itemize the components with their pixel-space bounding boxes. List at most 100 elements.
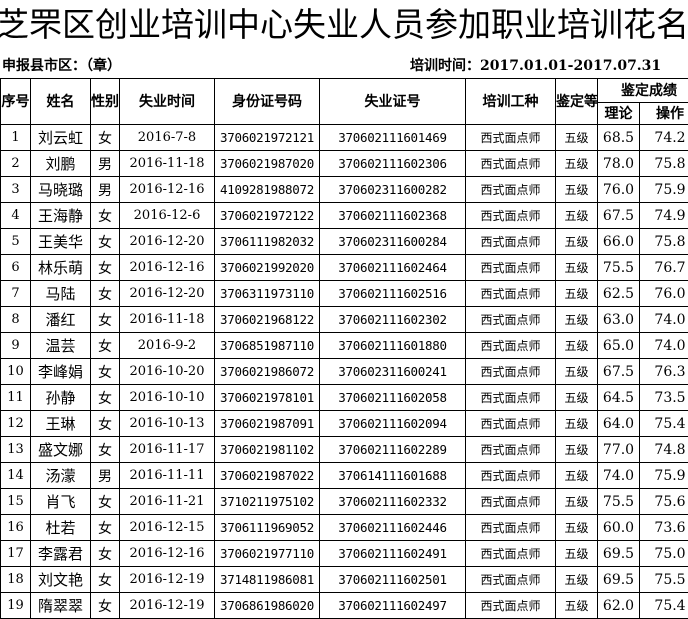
- cell-no: 18: [1, 567, 31, 593]
- cell-job: 西式面点师: [466, 385, 556, 411]
- cell-no: 8: [1, 307, 31, 333]
- cell-job: 西式面点师: [466, 437, 556, 463]
- table-row: 14汤濛男2016-11-113706021987022370614111601…: [1, 463, 688, 489]
- cell-no: 15: [1, 489, 31, 515]
- table-row: 7马陆女2016-12-2037063119731103706021116025…: [1, 281, 688, 307]
- cell-level: 五级: [556, 541, 598, 567]
- cell-cert: 370602111602094: [320, 411, 466, 437]
- header-id-number: 身份证号码: [215, 79, 320, 125]
- cell-date: 2016-12-20: [120, 229, 215, 255]
- cell-name: 王琳: [31, 411, 91, 437]
- cell-id: 3710211975102: [215, 489, 320, 515]
- cell-no: 10: [1, 359, 31, 385]
- cell-no: 16: [1, 515, 31, 541]
- cell-job: 西式面点师: [466, 463, 556, 489]
- cell-gender: 女: [91, 229, 120, 255]
- table-row: 18刘文艳女2016-12-19371481198608137060211160…: [1, 567, 688, 593]
- cell-name: 王海静: [31, 203, 91, 229]
- cell-job: 西式面点师: [466, 515, 556, 541]
- cell-practice: 75.5: [640, 567, 688, 593]
- cell-no: 7: [1, 281, 31, 307]
- cell-gender: 女: [91, 411, 120, 437]
- cell-job: 西式面点师: [466, 125, 556, 151]
- cell-theory: 69.5: [598, 567, 640, 593]
- cell-no: 19: [1, 593, 31, 619]
- cell-date: 2016-11-11: [120, 463, 215, 489]
- table-row: 5王美华女2016-12-203706111982032370602311600…: [1, 229, 688, 255]
- roster-table: 序号 姓名 性别 失业时间 身份证号码 失业证号 培训工种 鉴定等级 鉴定成绩 …: [0, 78, 688, 619]
- cell-date: 2016-11-18: [120, 307, 215, 333]
- cell-name: 马陆: [31, 281, 91, 307]
- cell-name: 刘云虹: [31, 125, 91, 151]
- table-row: 2刘鹏男2016-11-1837060219870203706021116023…: [1, 151, 688, 177]
- cell-level: 五级: [556, 203, 598, 229]
- cell-level: 五级: [556, 567, 598, 593]
- cell-job: 西式面点师: [466, 307, 556, 333]
- cell-gender: 男: [91, 177, 120, 203]
- cell-name: 孙静: [31, 385, 91, 411]
- header-name: 姓名: [31, 79, 91, 125]
- cell-job: 西式面点师: [466, 411, 556, 437]
- cell-practice: 76.3: [640, 359, 688, 385]
- cell-theory: 65.0: [598, 333, 640, 359]
- table-row: 6林乐萌女2016-12-163706021992020370602111602…: [1, 255, 688, 281]
- cell-practice: 74.0: [640, 333, 688, 359]
- cell-job: 西式面点师: [466, 151, 556, 177]
- cell-id: 3706851987110: [215, 333, 320, 359]
- cell-level: 五级: [556, 411, 598, 437]
- header-practice: 操作: [640, 103, 688, 125]
- cell-id: 3706311973110: [215, 281, 320, 307]
- cell-theory: 62.0: [598, 593, 640, 619]
- cell-level: 五级: [556, 177, 598, 203]
- cell-id: 3706111969052: [215, 515, 320, 541]
- cell-date: 2016-12-19: [120, 567, 215, 593]
- header-unemployment-date: 失业时间: [120, 79, 215, 125]
- cell-theory: 62.5: [598, 281, 640, 307]
- cell-theory: 67.5: [598, 359, 640, 385]
- cell-practice: 75.8: [640, 229, 688, 255]
- cell-theory: 60.0: [598, 515, 640, 541]
- cell-date: 2016-7-8: [120, 125, 215, 151]
- cell-theory: 67.5: [598, 203, 640, 229]
- cell-job: 西式面点师: [466, 359, 556, 385]
- table-row: 16杜若女2016-12-153706111969052370602111602…: [1, 515, 688, 541]
- cell-id: 3706021972122: [215, 203, 320, 229]
- cell-name: 林乐萌: [31, 255, 91, 281]
- cell-theory: 75.5: [598, 255, 640, 281]
- cell-practice: 75.8: [640, 151, 688, 177]
- table-row: 10李峰娟女2016-10-20370602198607237060231160…: [1, 359, 688, 385]
- cell-no: 17: [1, 541, 31, 567]
- cell-level: 五级: [556, 489, 598, 515]
- cell-theory: 63.0: [598, 307, 640, 333]
- cell-theory: 76.0: [598, 177, 640, 203]
- cell-theory: 64.0: [598, 411, 640, 437]
- cell-practice: 75.6: [640, 489, 688, 515]
- cell-theory: 66.0: [598, 229, 640, 255]
- cell-theory: 74.0: [598, 463, 640, 489]
- district-label: 申报县市区：（章）: [2, 56, 121, 76]
- cell-cert: 370602111602446: [320, 515, 466, 541]
- cell-no: 5: [1, 229, 31, 255]
- cell-cert: 370602111602501: [320, 567, 466, 593]
- cell-name: 肖飞: [31, 489, 91, 515]
- cell-practice: 74.0: [640, 307, 688, 333]
- cell-level: 五级: [556, 307, 598, 333]
- cell-cert: 370602111602497: [320, 593, 466, 619]
- cell-no: 13: [1, 437, 31, 463]
- cell-id: 3706021992020: [215, 255, 320, 281]
- cell-level: 五级: [556, 333, 598, 359]
- cell-date: 2016-12-16: [120, 177, 215, 203]
- cell-cert: 370614111601688: [320, 463, 466, 489]
- cell-level: 五级: [556, 515, 598, 541]
- page-title: 芝罘区创业培训中心失业人员参加职业培训花名册: [0, 2, 688, 48]
- cell-no: 2: [1, 151, 31, 177]
- cell-level: 五级: [556, 125, 598, 151]
- cell-cert: 370602111601880: [320, 333, 466, 359]
- cell-practice: 73.6: [640, 515, 688, 541]
- cell-level: 五级: [556, 385, 598, 411]
- table-row: 17李露君女2016-12-16370602197711037060211160…: [1, 541, 688, 567]
- cell-gender: 女: [91, 385, 120, 411]
- cell-cert: 370602311600282: [320, 177, 466, 203]
- cell-practice: 75.4: [640, 593, 688, 619]
- table-row: 13盛文娜女2016-11-17370602198110237060211160…: [1, 437, 688, 463]
